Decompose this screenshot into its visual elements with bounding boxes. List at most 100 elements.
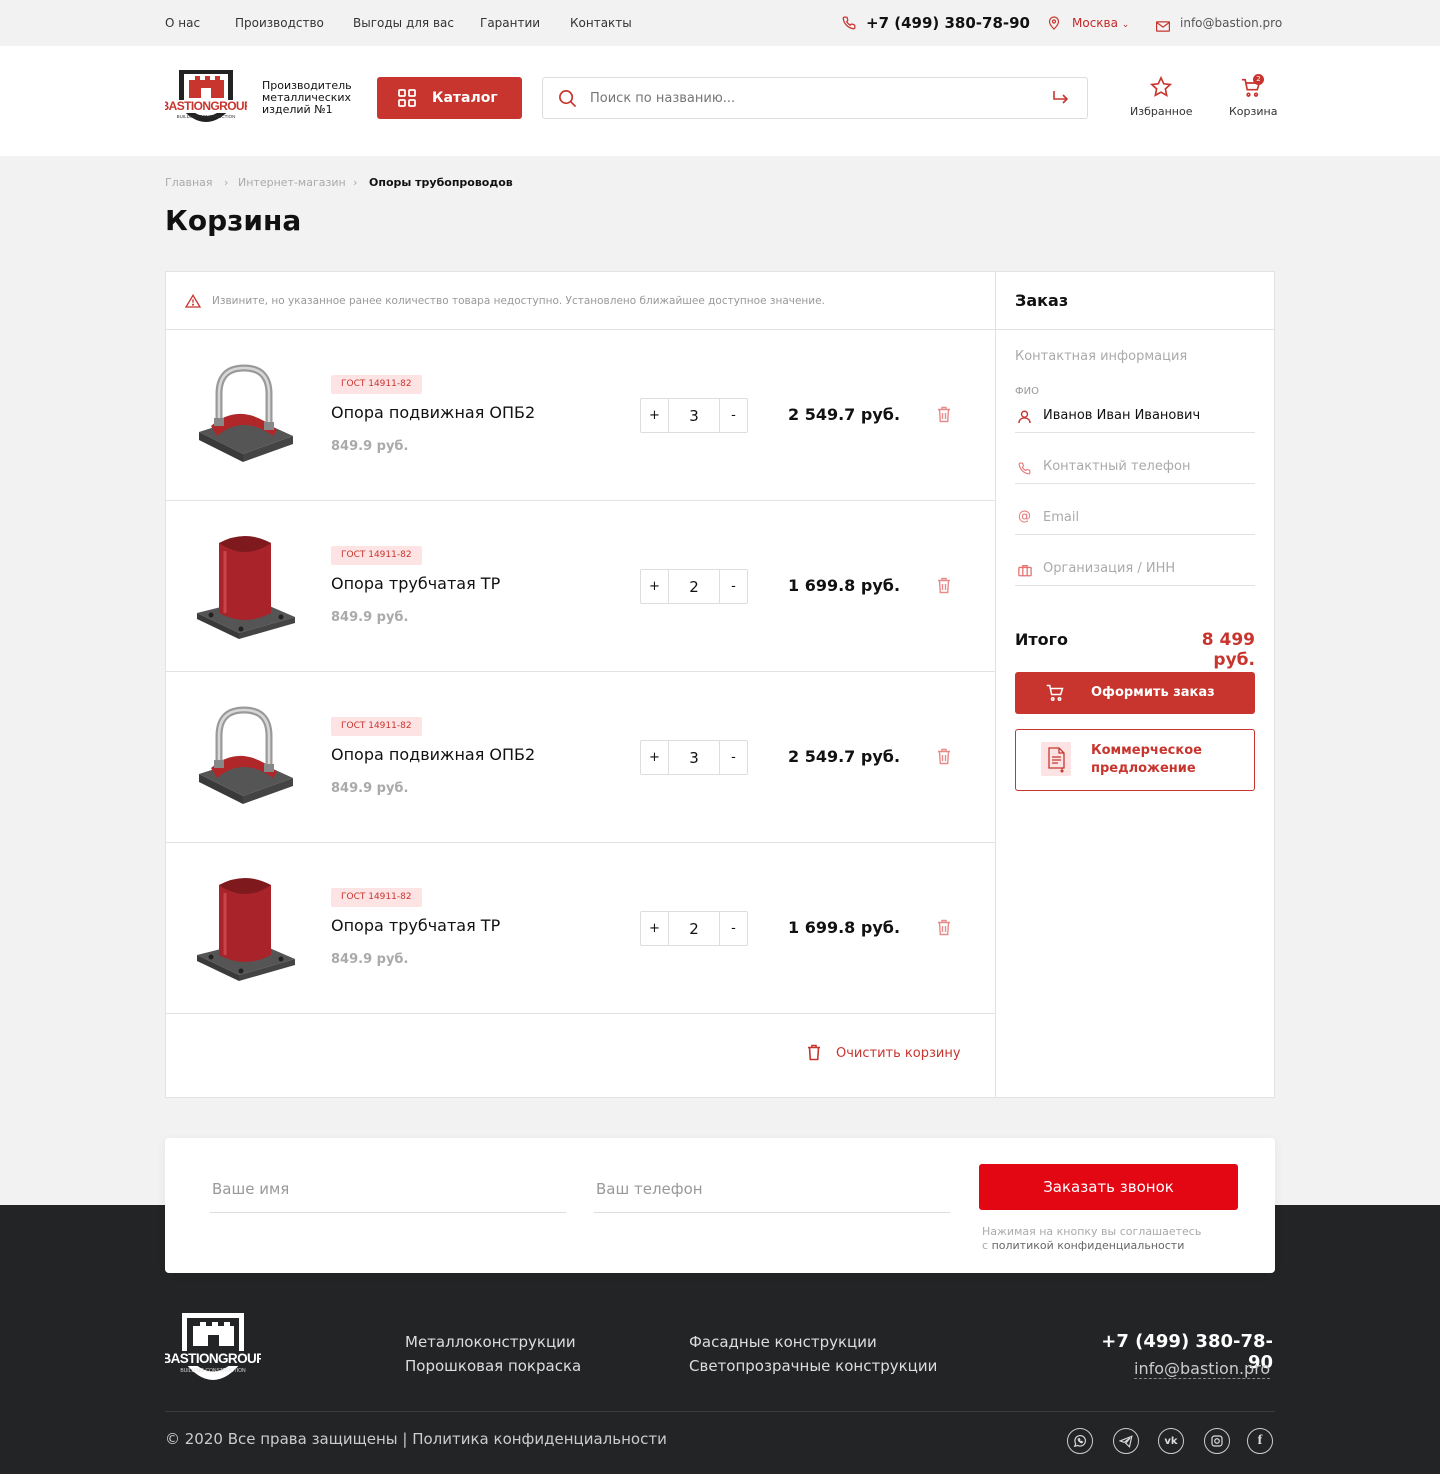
checkout-label: Оформить заказ — [1091, 685, 1215, 700]
organization-field[interactable]: Организация / ИНН — [1015, 556, 1255, 586]
request-call-button[interactable]: Заказать звонок — [979, 1164, 1238, 1210]
trash-icon[interactable] — [937, 406, 951, 427]
footer-logo-subtitle: BUILDING CONSTRUCTION — [180, 1368, 246, 1374]
mail-icon — [1155, 17, 1171, 36]
instagram-icon[interactable] — [1204, 1428, 1230, 1454]
increase-button[interactable]: + — [641, 741, 668, 774]
city-label: Москва — [1072, 16, 1118, 30]
briefcase-icon — [1018, 562, 1032, 581]
cart-item-row: ГОСТ 14911-82 Опора трубчатая ТР 849.9 р… — [166, 843, 995, 1014]
nav-link-about[interactable]: О нас — [165, 16, 200, 30]
footer-link-glazing[interactable]: Светопрозрачные конструкции — [689, 1354, 937, 1378]
top-phone-link[interactable]: +7 (499) 380-78-90 — [866, 14, 1030, 32]
nav-link-production[interactable]: Производство — [235, 16, 324, 30]
nav-link-contacts[interactable]: Контакты — [570, 16, 632, 30]
phone-placeholder: Контактный телефон — [1043, 459, 1191, 474]
increase-button[interactable]: + — [641, 912, 668, 945]
quantity-value[interactable]: 2 — [668, 912, 720, 945]
quantity-stepper: + 3 - — [640, 398, 748, 433]
privacy-policy-link[interactable]: политикой конфиденциальности — [992, 1239, 1185, 1252]
product-name[interactable]: Опора подвижная ОПБ2 — [331, 403, 535, 422]
email-field[interactable]: @ Email — [1015, 505, 1255, 535]
logo[interactable]: BASTIONGROUP BUILDING CONSTRUCTION — [161, 64, 253, 136]
document-download-icon — [1041, 742, 1071, 776]
organization-placeholder: Организация / ИНН — [1043, 561, 1176, 576]
unit-price: 849.9 руб. — [331, 610, 409, 625]
line-total: 2 549.7 руб. — [788, 747, 901, 766]
unit-price: 849.9 руб. — [331, 781, 409, 796]
quantity-stepper: + 3 - — [640, 740, 748, 775]
decrease-button[interactable]: - — [720, 570, 747, 603]
trash-icon[interactable] — [937, 577, 951, 598]
footer-link-powder[interactable]: Порошковая покраска — [405, 1354, 581, 1378]
catalog-label: Каталог — [432, 90, 498, 106]
quantity-value[interactable]: 2 — [668, 570, 720, 603]
commercial-offer-button[interactable]: Коммерческое предложение — [1015, 729, 1255, 791]
decrease-button[interactable]: - — [720, 399, 747, 432]
footer-email[interactable]: info@bastion.pro — [1134, 1359, 1271, 1379]
decrease-button[interactable]: - — [720, 912, 747, 945]
cart-link[interactable]: 2 Корзина — [1226, 74, 1281, 126]
copyright: © 2020 Все права защищены | Политика кон… — [165, 1430, 667, 1448]
catalog-button[interactable]: Каталог — [377, 77, 522, 119]
footer-logo[interactable]: BASTIONGROUP BUILDING CONSTRUCTION — [161, 1311, 266, 1393]
top-email-link[interactable]: info@bastion.pro — [1180, 16, 1282, 30]
quantity-value[interactable]: 3 — [668, 399, 720, 432]
fio-field[interactable]: Иванов Иван Иванович — [1015, 403, 1255, 433]
callback-name-input[interactable]: Ваше имя — [210, 1180, 566, 1213]
footer-menu-col2: Фасадные конструкции Светопрозрачные кон… — [689, 1330, 937, 1378]
product-name[interactable]: Опора трубчатая ТР — [331, 574, 500, 593]
telegram-icon[interactable] — [1113, 1428, 1139, 1454]
nav-link-benefits[interactable]: Выгоды для вас — [353, 16, 454, 30]
commercial-offer-label: Коммерческое предложение — [1091, 743, 1202, 776]
clear-cart-button[interactable]: Очистить корзину — [836, 1046, 961, 1061]
cart-item-row: ГОСТ 14911-82 Опора подвижная ОПБ2 849.9… — [166, 672, 995, 843]
logo-subtitle: BUILDING CONSTRUCTION — [177, 114, 236, 119]
chevron-down-icon: ⌄ — [1121, 20, 1130, 30]
breadcrumb-separator: › — [224, 176, 229, 189]
footer-link-facade[interactable]: Фасадные конструкции — [689, 1330, 937, 1354]
total-label: Итого — [1015, 630, 1069, 649]
product-image[interactable] — [189, 360, 299, 470]
decrease-button[interactable]: - — [720, 741, 747, 774]
callback-phone-input[interactable]: Ваш телефон — [594, 1180, 950, 1213]
breadcrumb-current: Опоры трубопроводов — [369, 176, 513, 189]
star-icon — [1149, 75, 1173, 102]
contact-info-title: Контактная информация — [1015, 349, 1188, 364]
fio-label: ФИО — [1015, 386, 1039, 397]
nav-link-guarantees[interactable]: Гарантии — [480, 16, 540, 30]
breadcrumb-separator: › — [353, 176, 358, 189]
product-image[interactable] — [189, 702, 299, 812]
favorites-link[interactable]: Избранное — [1126, 75, 1196, 126]
trash-icon[interactable] — [937, 748, 951, 769]
order-header: Заказ — [996, 272, 1274, 330]
product-image[interactable] — [189, 531, 299, 641]
checkout-button[interactable]: Оформить заказ — [1015, 672, 1255, 714]
unit-price: 849.9 руб. — [331, 952, 409, 967]
search-input[interactable] — [590, 78, 1030, 118]
favorites-label: Избранное — [1130, 105, 1193, 118]
city-selector[interactable]: Москва ⌄ — [1072, 16, 1129, 30]
search-submit-icon[interactable] — [1052, 90, 1070, 110]
product-name[interactable]: Опора подвижная ОПБ2 — [331, 745, 535, 764]
breadcrumb-home[interactable]: Главная — [165, 176, 213, 189]
product-name[interactable]: Опора трубчатая ТР — [331, 916, 500, 935]
notice-text: Извините, но указанное ранее количество … — [212, 295, 825, 307]
increase-button[interactable]: + — [641, 399, 668, 432]
gost-badge: ГОСТ 14911-82 — [331, 717, 422, 736]
increase-button[interactable]: + — [641, 570, 668, 603]
trash-icon[interactable] — [937, 919, 951, 940]
vk-icon[interactable]: vk — [1158, 1428, 1184, 1454]
gost-badge: ГОСТ 14911-82 — [331, 888, 422, 907]
phone-field[interactable]: Контактный телефон — [1015, 454, 1255, 484]
cart-icon — [1046, 684, 1064, 706]
facebook-icon[interactable]: f — [1247, 1428, 1273, 1454]
footer-link-metal[interactable]: Металлоконструкции — [405, 1330, 581, 1354]
whatsapp-icon[interactable] — [1067, 1428, 1093, 1454]
breadcrumb-shop[interactable]: Интернет-магазин — [238, 176, 346, 189]
product-image[interactable] — [189, 873, 299, 983]
page-title: Корзина — [165, 204, 302, 237]
quantity-value[interactable]: 3 — [668, 741, 720, 774]
privacy-note: Нажимая на кнопку вы соглашаетесь с поли… — [982, 1225, 1202, 1252]
line-total: 2 549.7 руб. — [788, 405, 901, 424]
